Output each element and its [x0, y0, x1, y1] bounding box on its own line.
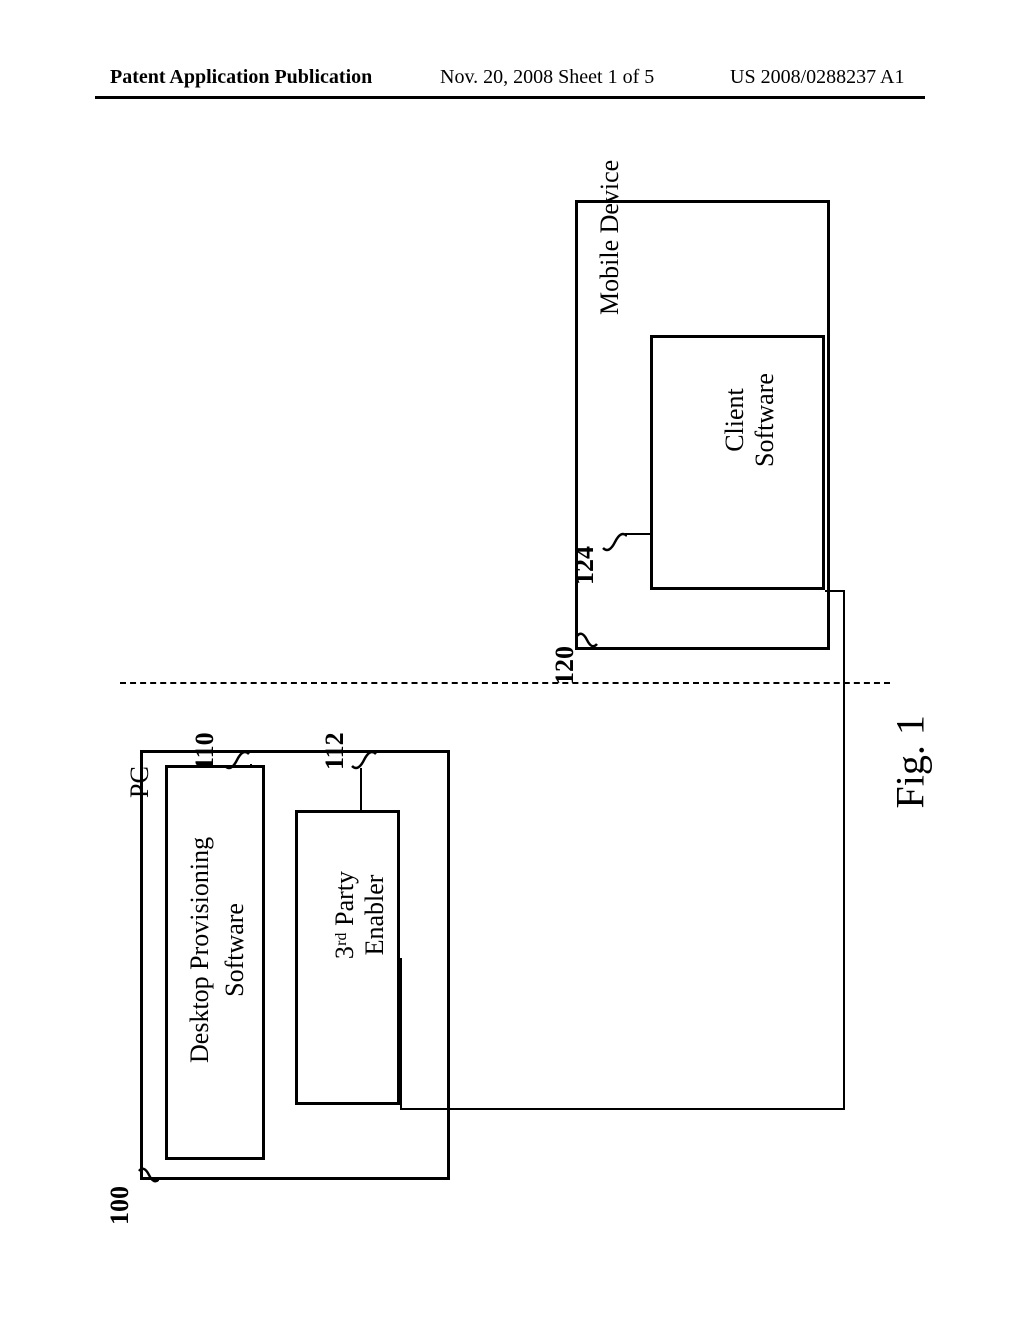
desktop-provisioning-label-2: Software — [220, 830, 250, 1070]
header-left: Patent Application Publication — [110, 66, 372, 89]
leader-line — [651, 533, 653, 553]
header-right: US 2008/0288237 A1 — [730, 66, 904, 89]
ref-112: 112 — [320, 710, 350, 770]
client-software-label-2: Software — [750, 340, 780, 500]
desktop-provisioning-label-1: Desktop Provisioning — [185, 830, 215, 1070]
page-header: Patent Application Publication Nov. 20, … — [0, 66, 1024, 96]
domain-divider — [120, 682, 890, 684]
figure-caption: Fig. 1 — [887, 669, 934, 809]
leader-squiggle-icon — [137, 1167, 159, 1187]
desktop-provisioning-software-box — [165, 765, 265, 1160]
leader-line — [250, 764, 252, 768]
leader-squiggle-icon — [223, 748, 251, 770]
leader-squiggle-icon — [575, 632, 599, 654]
mobile-device-title: Mobile Device — [595, 115, 625, 315]
pc-title: PC — [125, 738, 155, 798]
connector-line — [400, 1108, 845, 1110]
leader-line — [360, 768, 362, 810]
pc-ref: 100 — [105, 1165, 135, 1225]
leader-squiggle-icon — [350, 748, 378, 770]
ref-124: 124 — [570, 525, 600, 585]
header-rule — [95, 96, 925, 99]
header-middle: Nov. 20, 2008 Sheet 1 of 5 — [440, 66, 654, 89]
leader-squiggle-icon — [601, 530, 627, 552]
connector-line — [400, 958, 402, 1110]
page: Patent Application Publication Nov. 20, … — [0, 0, 1024, 1320]
figure-1: PC 100 Desktop Provisioning Software 110… — [95, 160, 925, 1220]
leader-line — [625, 533, 653, 535]
connector-line — [843, 590, 845, 1110]
third-party-enabler-label-2: Enabler — [360, 835, 390, 995]
ref-110: 110 — [190, 710, 220, 770]
connector-line — [825, 590, 845, 592]
client-software-label-1: Client — [720, 340, 750, 500]
third-party-enabler-label-1: 3ʳᵈ Party — [330, 835, 360, 995]
